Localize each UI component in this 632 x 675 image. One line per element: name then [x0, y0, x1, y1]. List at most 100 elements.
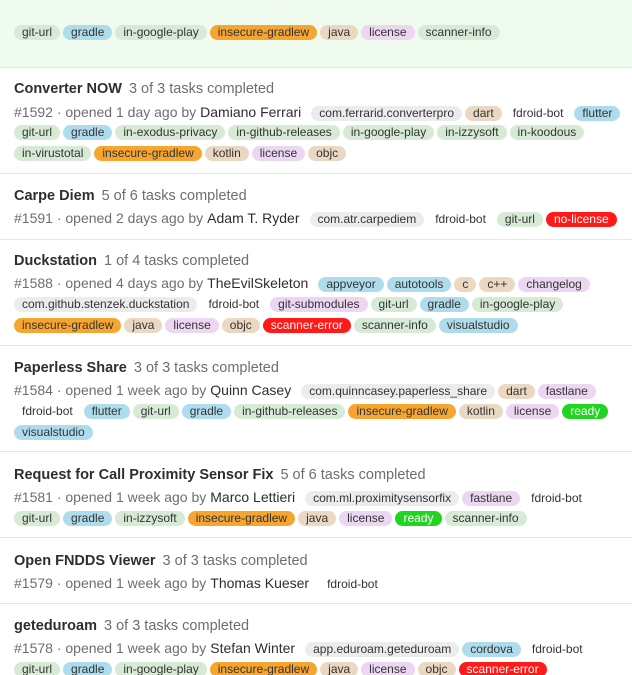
merge-request-item[interactable]: Request for Call Proximity Sensor Fix 5 o…: [0, 452, 632, 538]
label-badge[interactable]: git-submodules: [270, 297, 368, 312]
merge-request-title[interactable]: geteduroam: [14, 618, 97, 634]
label-badge[interactable]: gradle: [419, 297, 469, 312]
label-badge[interactable]: insecure-gradlew: [209, 662, 318, 675]
label-badge[interactable]: c++: [479, 276, 516, 292]
merge-request-title[interactable]: Duckstation: [14, 253, 97, 269]
label-badge[interactable]: in-google-play: [342, 125, 435, 140]
label-badge[interactable]: license: [505, 404, 560, 419]
merge-request-item[interactable]: Paperless Share 3 of 3 tasks completed #15…: [0, 346, 632, 452]
label-badge[interactable]: license: [361, 25, 415, 40]
label-badge[interactable]: insecure-gradlew: [187, 511, 296, 526]
label-badge[interactable]: scanner-error: [262, 318, 351, 333]
label-badge[interactable]: fastlane: [537, 383, 596, 399]
label-badge[interactable]: in-github-releases: [228, 125, 340, 140]
label-badge[interactable]: kotlin: [458, 404, 503, 419]
label-badge[interactable]: license: [361, 662, 415, 675]
label-badge[interactable]: flutter: [574, 105, 621, 121]
label-badge[interactable]: insecure-gradlew: [14, 318, 122, 333]
label-badge[interactable]: ready: [395, 511, 442, 526]
label-badge[interactable]: git-url: [132, 404, 179, 419]
label-badge[interactable]: objc: [417, 662, 456, 675]
merge-request-title[interactable]: Carpe Diem: [14, 188, 95, 204]
author-link[interactable]: TheEvilSkeleton: [207, 275, 308, 291]
label-badge[interactable]: git-url: [14, 125, 61, 140]
label-badge[interactable]: visualstudio: [438, 318, 518, 333]
merge-request-item[interactable]: Open FNDDS Viewer 3 of 3 tasks completed #…: [0, 538, 632, 604]
label-badge[interactable]: in-izzysoft: [115, 511, 185, 526]
label-badge[interactable]: gradle: [63, 662, 113, 675]
label-badge[interactable]: scanner-info: [353, 318, 436, 333]
label-badge[interactable]: c: [454, 276, 477, 292]
label-badge[interactable]: git-url: [370, 297, 417, 312]
label-badge[interactable]: kotlin: [204, 146, 249, 161]
merge-request-title[interactable]: Converter NOW: [14, 81, 122, 97]
label-badge[interactable]: gradle: [181, 404, 232, 419]
label-badge[interactable]: objc: [308, 146, 347, 161]
label-badge[interactable]: com.ml.proximitysensorfix: [305, 490, 460, 506]
label-badge[interactable]: objc: [221, 318, 260, 333]
label-badge[interactable]: gradle: [63, 511, 113, 526]
label-badge[interactable]: insecure-gradlew: [209, 25, 318, 40]
label-badge[interactable]: git-url: [14, 662, 61, 675]
label-badge[interactable]: visualstudio: [14, 425, 93, 440]
label-badge[interactable]: fdroid-bot: [200, 297, 267, 312]
label-badge[interactable]: appveyor: [318, 276, 384, 292]
author-link[interactable]: Damiano Ferrari: [200, 104, 301, 120]
label-badge[interactable]: java: [124, 318, 163, 333]
label-badge[interactable]: in-izzysoft: [437, 125, 507, 140]
label-badge[interactable]: dart: [465, 105, 502, 121]
label-badge[interactable]: in-exodus-privacy: [115, 125, 226, 140]
label-badge[interactable]: com.atr.carpediem: [309, 211, 425, 227]
label-badge[interactable]: no-license: [545, 211, 617, 227]
label-badge[interactable]: in-google-play: [115, 25, 207, 40]
label-badge[interactable]: fdroid-bot: [319, 577, 386, 592]
merge-request-item[interactable]: Duckstation 1 of 4 tasks completed #1588 ·…: [0, 240, 632, 346]
label-badge[interactable]: cordova: [462, 641, 521, 657]
author-link[interactable]: Marco Lettieri: [210, 489, 295, 505]
label-badge[interactable]: license: [251, 146, 306, 161]
merge-request-title[interactable]: Paperless Share: [14, 360, 127, 376]
label-badge[interactable]: com.github.stenzek.duckstation: [14, 297, 198, 312]
label-badge[interactable]: git-url: [496, 211, 543, 227]
label-badge[interactable]: fdroid-bot: [505, 106, 572, 121]
merge-request-item[interactable]: geteduroam 3 of 3 tasks completed #1578 · …: [0, 604, 632, 675]
label-badge[interactable]: com.ferrarid.converterpro: [311, 105, 463, 121]
label-badge[interactable]: fdroid-bot: [14, 404, 81, 419]
label-badge[interactable]: autotools: [386, 276, 452, 292]
label-badge[interactable]: fastlane: [462, 490, 521, 506]
label-badge[interactable]: insecure-gradlew: [348, 404, 456, 419]
label-badge[interactable]: license: [339, 511, 393, 526]
label-badge[interactable]: ready: [562, 404, 609, 419]
merge-request-item[interactable]: Converter NOW 3 of 3 tasks completed #1592…: [0, 68, 632, 174]
label-badge[interactable]: changelog: [518, 276, 590, 292]
author-link[interactable]: Adam T. Ryder: [207, 210, 299, 226]
merge-request-title[interactable]: Request for Call Proximity Sensor Fix: [14, 467, 273, 483]
label-badge[interactable]: in-koodous: [509, 125, 585, 140]
label-badge[interactable]: in-google-play: [115, 662, 207, 675]
author-link[interactable]: Quinn Casey: [210, 382, 291, 398]
label-badge[interactable]: license: [165, 318, 219, 333]
label-badge[interactable]: git-url: [14, 25, 61, 40]
label-badge[interactable]: scanner-error: [458, 662, 547, 675]
label-badge[interactable]: gradle: [63, 125, 113, 140]
label-badge[interactable]: gradle: [63, 25, 113, 40]
author-link[interactable]: Thomas Kueser: [210, 575, 309, 591]
label-badge[interactable]: flutter: [83, 404, 130, 419]
label-badge[interactable]: fdroid-bot: [524, 642, 591, 657]
label-badge[interactable]: com.quinncasey.paperless_share: [301, 383, 496, 399]
label-badge[interactable]: in-virustotal: [14, 146, 92, 161]
label-badge[interactable]: scanner-info: [444, 511, 527, 526]
merge-request-title[interactable]: Open FNDDS Viewer: [14, 553, 156, 569]
merge-request-item[interactable]: Carpe Diem 5 of 6 tasks completed #1591 · …: [0, 174, 632, 240]
label-badge[interactable]: java: [320, 25, 359, 40]
merge-request-item[interactable]: #1593 · opened 13 hours ago bySunil Paul…: [0, 0, 632, 68]
label-badge[interactable]: java: [298, 511, 337, 526]
label-badge[interactable]: java: [320, 662, 359, 675]
label-badge[interactable]: dart: [498, 383, 535, 399]
label-badge[interactable]: insecure-gradlew: [94, 146, 202, 161]
label-badge[interactable]: git-url: [14, 511, 61, 526]
label-badge[interactable]: scanner-info: [417, 25, 500, 40]
label-badge[interactable]: fdroid-bot: [427, 212, 494, 227]
label-badge[interactable]: app.eduroam.geteduroam: [305, 641, 460, 657]
author-link[interactable]: Stefan Winter: [210, 640, 295, 656]
